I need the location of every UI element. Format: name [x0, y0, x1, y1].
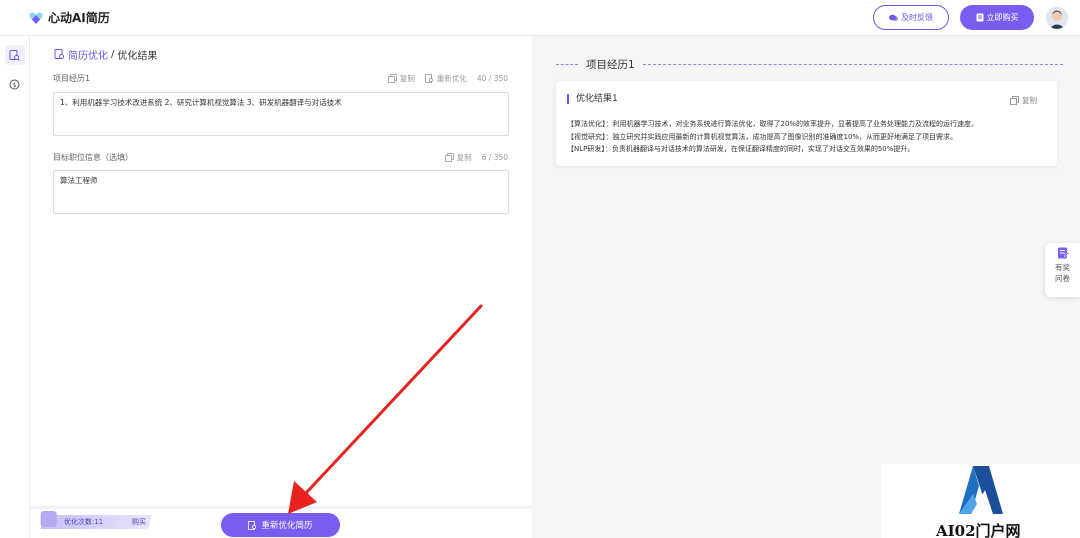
quota-buy-link[interactable]: 购买: [132, 517, 146, 527]
document-search-icon: [248, 520, 257, 530]
document-search-icon: [54, 49, 64, 59]
project-textarea[interactable]: 1、利用机器学习技术改进系统 2、研究计算机视觉算法 3、研发机器翻译与对话技术: [53, 92, 509, 136]
reoptimize-resume-button[interactable]: 重新优化简历: [221, 513, 340, 537]
breadcrumb-separator: /: [111, 49, 115, 60]
rail-coin[interactable]: $: [5, 74, 25, 94]
survey-float-button[interactable]: 有奖问卷: [1045, 243, 1080, 297]
project-field-tools: 复制 重新优化 40 / 350: [387, 73, 508, 84]
result-line: 【算法优化】：利用机器学习技术，对业务系统进行算法优化，取得了20%的效率提升，…: [567, 120, 979, 128]
target-field-label: 目标职位信息（选填）: [53, 153, 133, 162]
divider: [556, 63, 578, 65]
divider: [642, 63, 1063, 65]
document-search-icon: [424, 74, 433, 83]
book-icon: [976, 13, 983, 22]
project-char-count: 40 / 350: [476, 74, 508, 83]
editor-panel: 简历优化 / 优化结果 项目经历1 复制 重新优化 40 / 350 1、利用机…: [30, 36, 532, 538]
survey-document-icon: [1057, 247, 1069, 259]
side-rail: $: [0, 36, 30, 538]
watermark-logo-icon: [959, 466, 1003, 514]
project-copy-button[interactable]: 复制: [387, 73, 415, 84]
document-search-icon: [9, 49, 20, 61]
reoptimize-resume-label: 重新优化简历: [261, 521, 313, 531]
result-text[interactable]: 【算法优化】：利用机器学习技术，对业务系统进行算法优化，取得了20%的效率提升，…: [567, 118, 1053, 156]
coin-icon: $: [9, 79, 20, 89]
project-field-label: 项目经历1: [53, 74, 91, 83]
buy-now-label: 立即购买: [986, 13, 1019, 22]
project-reoptimize-label: 重新优化: [436, 74, 467, 83]
target-copy-label: 复制: [456, 153, 472, 162]
app-name: 心动AI简历: [48, 11, 110, 25]
heart-logo-icon: [29, 12, 43, 24]
feedback-button[interactable]: 及时反馈: [873, 5, 949, 30]
svg-text:$: $: [13, 82, 17, 89]
copy-icon: [387, 74, 397, 83]
result-section-title: 项目经历1: [586, 58, 635, 71]
rail-resume-optimize[interactable]: [4, 45, 25, 65]
quota-count: 优化次数:11: [64, 518, 104, 526]
bottom-bar: 优化次数:11 购买 重新优化简历: [30, 506, 532, 538]
target-field-tools: 复制 6 / 350: [444, 152, 508, 163]
buy-now-button[interactable]: 立即购买: [960, 5, 1034, 30]
watermark: AI02门户网: [881, 464, 1080, 538]
breadcrumb-current: 优化结果: [117, 51, 158, 62]
result-line: 【NLP研发】：负责机器翻译与对话技术的算法研发，在保证翻译精度的同时，实现了对…: [567, 145, 915, 153]
result-copy-button[interactable]: 复制: [1010, 95, 1037, 106]
survey-label: 有奖问卷: [1055, 263, 1070, 283]
top-bar: 心动AI简历 及时反馈 立即购买: [0, 0, 1080, 36]
brand[interactable]: 心动AI简历: [28, 9, 110, 26]
watermark-text: AI02门户网: [936, 522, 1021, 538]
result-card: 优化结果1 复制 【算法优化】：利用机器学习技术，对业务系统进行算法优化，取得了…: [556, 81, 1057, 166]
settings-icon: [40, 511, 57, 527]
user-avatar-icon: [1046, 6, 1068, 29]
project-copy-label: 复制: [399, 74, 415, 83]
target-copy-button[interactable]: 复制: [444, 152, 472, 163]
result-line: 【视觉研究】：独立研究并实践应用最新的计算机视觉算法，成功提高了图像识别的准确度…: [567, 132, 958, 141]
result-section-header: 项目经历1: [556, 57, 1063, 71]
result-card-title: 优化结果1: [567, 94, 618, 104]
copy-icon: [444, 153, 454, 162]
project-reoptimize-button[interactable]: 重新优化: [424, 73, 467, 84]
target-char-count: 6 / 350: [481, 153, 508, 162]
result-copy-label: 复制: [1022, 96, 1037, 105]
feedback-label: 及时反馈: [901, 13, 933, 22]
chat-icon: [889, 14, 898, 21]
quota-badge: 优化次数:11 购买: [40, 511, 152, 529]
breadcrumb-link[interactable]: 简历优化: [68, 47, 108, 62]
breadcrumb: 简历优化 / 优化结果: [54, 47, 157, 62]
target-textarea[interactable]: 算法工程师: [53, 170, 509, 214]
copy-icon: [1010, 96, 1019, 105]
avatar[interactable]: [1046, 6, 1068, 29]
